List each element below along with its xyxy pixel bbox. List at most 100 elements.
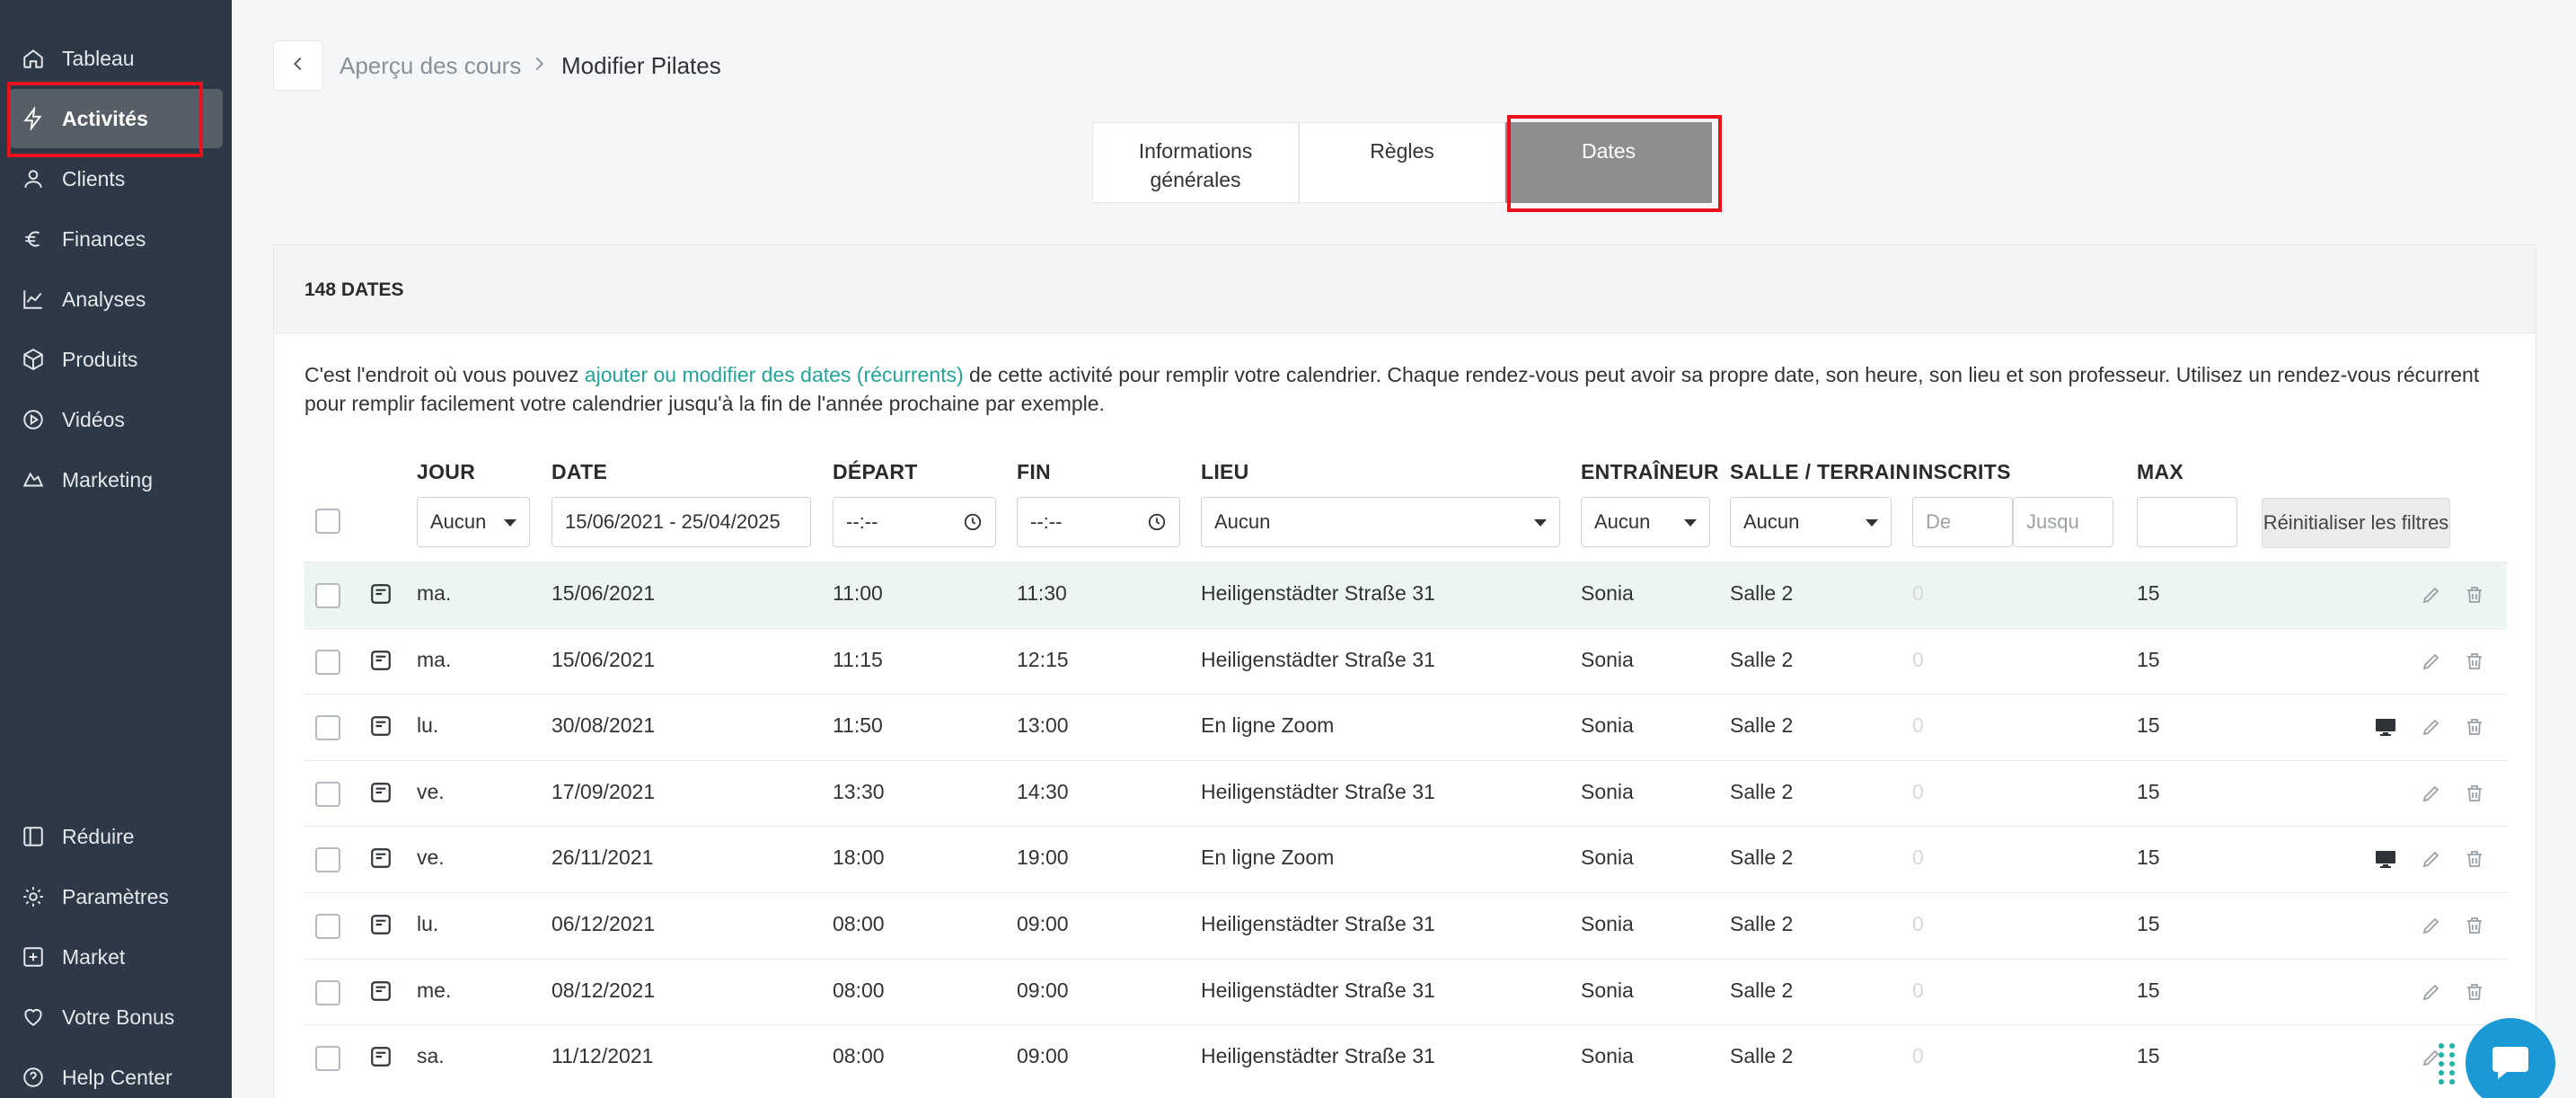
- note-icon[interactable]: [369, 781, 393, 809]
- table-row[interactable]: sa. 11/12/2021 08:00 09:00 Heiligenstädter S…: [304, 1024, 2507, 1090]
- jour-filter-select[interactable]: Aucun: [417, 497, 530, 547]
- cell-max: 15: [2137, 647, 2160, 671]
- sidebar-item-help-center[interactable]: Help Center: [0, 1048, 232, 1098]
- edit-pencil-icon[interactable]: [2421, 651, 2442, 677]
- row-checkbox[interactable]: [315, 649, 340, 675]
- edit-pencil-icon[interactable]: [2421, 783, 2442, 809]
- table-row[interactable]: ma. 15/06/2021 11:15 12:15 Heiligenstädter S…: [304, 627, 2507, 694]
- table-row[interactable]: ma. 15/06/2021 11:00 11:30 Heiligenstädter S…: [304, 562, 2507, 627]
- salle-filter-select[interactable]: Aucun: [1730, 497, 1892, 547]
- cell-salle: Salle 2: [1730, 1044, 1794, 1068]
- select-all-checkbox[interactable]: [315, 509, 340, 534]
- sidebar-item-label: Analyses: [62, 287, 146, 311]
- cell-salle: Salle 2: [1730, 713, 1794, 738]
- table-row[interactable]: ve. 17/09/2021 13:30 14:30 Heiligenstädter S…: [304, 759, 2507, 826]
- col-header-lieu[interactable]: LIEU: [1201, 460, 1249, 484]
- sidebar: Tableau Activités Clients Finances Analy…: [0, 0, 232, 1098]
- table-row[interactable]: lu. 30/08/2021 11:50 13:00 En ligne Zoom Soni…: [304, 694, 2507, 759]
- sidebar-item-label: Finances: [62, 226, 146, 251]
- recurring-dates-link[interactable]: ajouter ou modifier des dates (récurrent…: [585, 363, 964, 386]
- sidebar-item-analyses[interactable]: Analyses: [0, 270, 232, 329]
- sidebar-item-label: Market: [62, 944, 126, 969]
- note-icon[interactable]: [369, 582, 393, 610]
- col-header-salle[interactable]: SALLE / TERRAIN: [1730, 460, 1910, 484]
- cell-jour: sa.: [417, 1044, 445, 1068]
- sidebar-item-votre-bonus[interactable]: Votre Bonus: [0, 987, 232, 1047]
- sidebar-item-tableau[interactable]: Tableau: [0, 29, 232, 88]
- megaphone-icon: [20, 466, 47, 493]
- delete-trash-icon[interactable]: [2464, 848, 2485, 874]
- cell-date: 06/12/2021: [551, 912, 656, 935]
- note-icon[interactable]: [369, 714, 393, 742]
- cell-inscrits: 0: [1912, 647, 1924, 671]
- row-checkbox[interactable]: [315, 1046, 340, 1072]
- table-row[interactable]: me. 08/12/2021 08:00 09:00 Heiligenstädter S…: [304, 958, 2507, 1024]
- delete-trash-icon[interactable]: [2464, 915, 2485, 941]
- card-header: 148 DATES: [274, 245, 2536, 333]
- back-button[interactable]: [273, 40, 323, 91]
- drag-handle-icon[interactable]: [2436, 1040, 2457, 1087]
- sidebar-item-clients[interactable]: Clients: [0, 149, 232, 208]
- col-header-inscrits[interactable]: INSCRITS: [1912, 460, 2011, 484]
- caret-down-icon: [504, 519, 516, 527]
- edit-pencil-icon[interactable]: [2421, 981, 2442, 1007]
- inscrits-to-input[interactable]: Jusqu: [2013, 497, 2113, 547]
- cell-date: 15/06/2021: [551, 581, 656, 605]
- monitor-icon[interactable]: [2374, 848, 2397, 874]
- sidebar-item-videos[interactable]: Vidéos: [0, 390, 232, 449]
- depart-time-filter[interactable]: --:--: [833, 497, 996, 547]
- note-icon[interactable]: [369, 649, 393, 677]
- row-checkbox[interactable]: [315, 781, 340, 807]
- table-row[interactable]: ve. 26/11/2021 18:00 19:00 En ligne Zoom Soni…: [304, 826, 2507, 891]
- cell-jour: ve.: [417, 846, 445, 870]
- edit-pencil-icon[interactable]: [2421, 848, 2442, 874]
- delete-trash-icon[interactable]: [2464, 783, 2485, 809]
- delete-trash-icon[interactable]: [2464, 651, 2485, 677]
- fin-time-filter[interactable]: --:--: [1017, 497, 1180, 547]
- table-row[interactable]: lu. 06/12/2021 08:00 09:00 Heiligenstädter S…: [304, 892, 2507, 958]
- tab-regles[interactable]: Règles: [1299, 122, 1505, 203]
- row-checkbox[interactable]: [315, 979, 340, 1005]
- breadcrumb-parent[interactable]: Aperçu des cours: [340, 52, 521, 80]
- col-header-fin[interactable]: FIN: [1017, 460, 1051, 484]
- entraineur-filter-select[interactable]: Aucun: [1581, 497, 1710, 547]
- max-filter-input[interactable]: [2137, 497, 2237, 547]
- note-icon[interactable]: [369, 913, 393, 941]
- tab-informations-generales[interactable]: Informations générales: [1092, 122, 1299, 203]
- note-icon[interactable]: [369, 846, 393, 874]
- note-icon[interactable]: [369, 979, 393, 1007]
- col-header-entraineur[interactable]: ENTRAÎNEUR: [1581, 460, 1719, 484]
- edit-pencil-icon[interactable]: [2421, 716, 2442, 742]
- col-header-date[interactable]: DATE: [551, 460, 607, 484]
- sidebar-item-finances[interactable]: Finances: [0, 209, 232, 269]
- sidebar-item-produits[interactable]: Produits: [0, 330, 232, 389]
- chat-button[interactable]: [2466, 1018, 2555, 1098]
- inscrits-from-input[interactable]: De: [1912, 497, 2013, 547]
- help-circle-icon: [20, 1064, 47, 1091]
- col-header-depart[interactable]: DÉPART: [833, 460, 918, 484]
- cell-date: 26/11/2021: [551, 846, 654, 870]
- edit-pencil-icon[interactable]: [2421, 915, 2442, 941]
- date-range-filter[interactable]: 15/06/2021 - 25/04/2025: [551, 497, 811, 547]
- sidebar-item-reduire[interactable]: Réduire: [0, 807, 232, 866]
- col-header-max[interactable]: MAX: [2137, 460, 2183, 484]
- delete-trash-icon[interactable]: [2464, 981, 2485, 1007]
- row-checkbox[interactable]: [315, 847, 340, 873]
- cell-entraineur: Sonia: [1581, 912, 1634, 935]
- col-header-jour[interactable]: JOUR: [417, 460, 475, 484]
- delete-trash-icon[interactable]: [2464, 716, 2485, 742]
- sidebar-item-parametres[interactable]: Paramètres: [0, 867, 232, 926]
- row-checkbox[interactable]: [315, 715, 340, 741]
- delete-trash-icon[interactable]: [2464, 584, 2485, 610]
- reset-filters-button[interactable]: Réinitialiser les filtres: [2262, 498, 2450, 548]
- lieu-filter-select[interactable]: Aucun: [1201, 497, 1560, 547]
- edit-pencil-icon[interactable]: [2421, 584, 2442, 610]
- monitor-icon[interactable]: [2374, 716, 2397, 742]
- sidebar-item-market[interactable]: Market: [0, 927, 232, 987]
- sidebar-item-marketing[interactable]: Marketing: [0, 450, 232, 509]
- sidebar-item-label: Clients: [62, 166, 126, 190]
- chat-bubble-icon: [2489, 1040, 2532, 1087]
- note-icon[interactable]: [369, 1045, 393, 1073]
- row-checkbox[interactable]: [315, 583, 340, 608]
- row-checkbox[interactable]: [315, 914, 340, 939]
